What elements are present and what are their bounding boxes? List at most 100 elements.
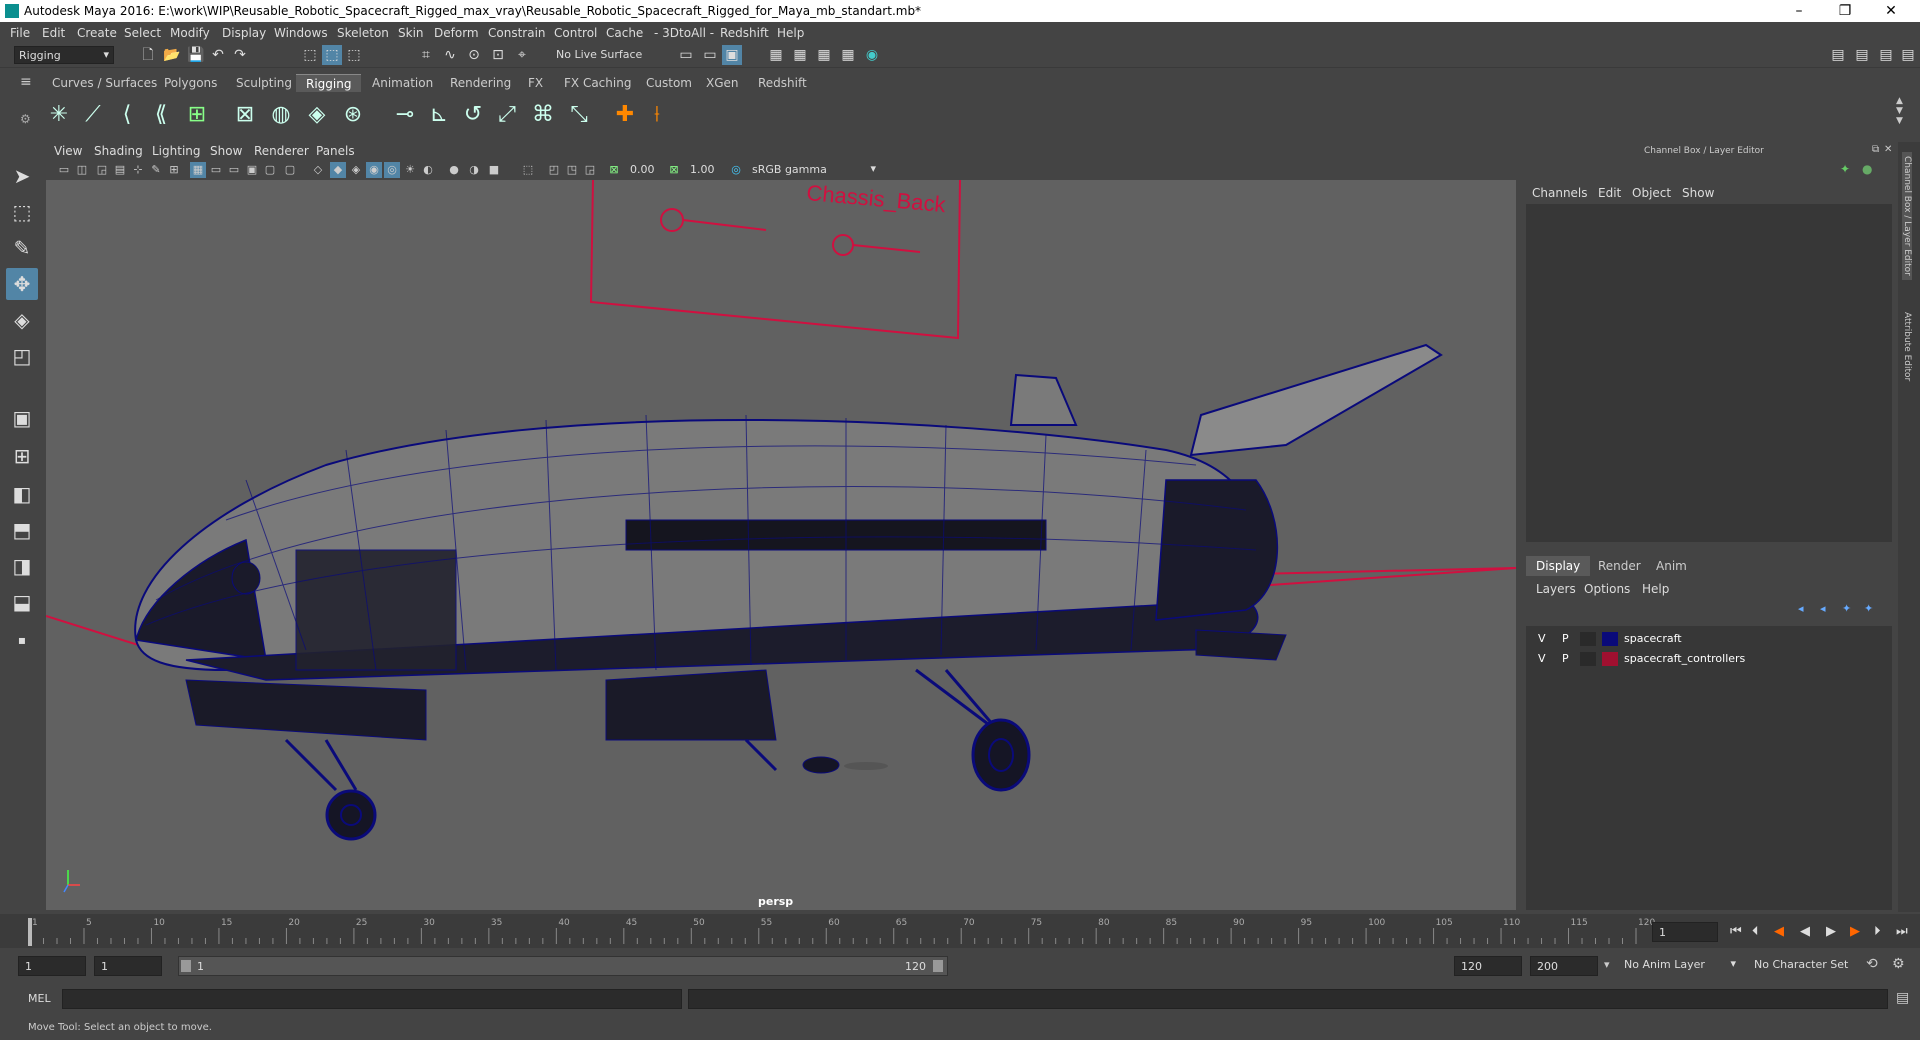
film-gate-icon[interactable]: ▦ xyxy=(190,162,206,178)
persp-graph-layout-icon[interactable]: ⬒ xyxy=(6,514,38,546)
shadows-icon[interactable]: ☀ xyxy=(402,162,418,178)
script-language-label[interactable]: MEL xyxy=(28,992,51,1005)
time-slider[interactable]: 1 5 10 15 20 25 30 35 40 45 50 55 60 65 70 75 80 85 90 95 10… xyxy=(0,914,1920,948)
go-to-end-icon[interactable]: ⏭ xyxy=(1896,924,1908,939)
layers-menu[interactable]: Layers xyxy=(1536,582,1576,596)
xray-components-icon[interactable]: ◲ xyxy=(582,162,598,178)
safe-title-icon[interactable]: ▢ xyxy=(282,162,298,178)
move-tool-icon[interactable]: ✥ xyxy=(6,268,38,300)
current-time-indicator[interactable] xyxy=(28,918,32,946)
color-management-icon[interactable]: ◎ xyxy=(728,162,744,178)
outliner-toggle-icon[interactable]: ▤ xyxy=(1852,45,1872,65)
layer-row-spacecraft[interactable]: V P spacecraft xyxy=(1526,630,1892,648)
current-frame-field[interactable]: 1 xyxy=(1652,922,1718,942)
persp-uv-layout-icon[interactable]: ◨ xyxy=(6,550,38,582)
wireframe-icon[interactable]: ◇ xyxy=(310,162,326,178)
channel-toggle-icon[interactable]: ▤ xyxy=(1876,45,1896,65)
auto-key-icon[interactable]: ⟲ xyxy=(1866,956,1878,972)
shelf-scroll-icon[interactable]: ▲ ▼ ▼ xyxy=(1896,96,1903,126)
persp-outliner-layout-icon[interactable]: ◧ xyxy=(6,478,38,510)
range-slider[interactable]: 1 120 xyxy=(178,956,948,976)
range-end-handle[interactable] xyxy=(933,960,943,972)
layer-playback-toggle[interactable]: P xyxy=(1562,632,1569,645)
lasso-tool-icon[interactable]: ⬚ xyxy=(6,196,38,228)
save-scene-icon[interactable]: 💾 xyxy=(186,45,206,65)
layer-color-swatch[interactable] xyxy=(1602,652,1618,666)
select-tool-icon[interactable]: ➤ xyxy=(6,160,38,192)
playback-end-field[interactable]: 120 xyxy=(1454,956,1522,976)
gamma-value[interactable]: 1.00 xyxy=(690,163,715,176)
step-back-frame-icon[interactable]: ◀ xyxy=(1774,924,1784,939)
step-back-key-icon[interactable]: ⏴ xyxy=(1752,924,1759,939)
workspace-icon[interactable]: ▤ xyxy=(1828,45,1848,65)
input-ops-icon[interactable]: ▭ xyxy=(676,45,696,65)
channels-edit-menu[interactable]: Edit xyxy=(1598,186,1621,200)
command-input[interactable] xyxy=(62,989,682,1009)
textured-icon[interactable]: ◉ xyxy=(366,162,382,178)
shelf-tab-xgen[interactable]: XGen xyxy=(706,74,739,92)
new-layer-selected-icon[interactable]: ✦ xyxy=(1842,602,1851,615)
maximize-button[interactable]: ❐ xyxy=(1822,0,1868,22)
safe-action-icon[interactable]: ▢ xyxy=(262,162,278,178)
output-ops-icon[interactable]: ▭ xyxy=(700,45,720,65)
viewport-menu-lighting[interactable]: Lighting xyxy=(152,144,201,158)
open-scene-icon[interactable]: 📂 xyxy=(162,45,182,65)
float-panel-icon[interactable]: ⧉ xyxy=(1872,144,1879,155)
gamma-icon[interactable]: ⊠ xyxy=(666,162,682,178)
menu-modify[interactable]: Modify xyxy=(170,26,210,40)
smooth-shade-icon[interactable]: ◆ xyxy=(330,162,346,178)
layer-display-type[interactable] xyxy=(1580,652,1596,666)
viewport-menu-shading[interactable]: Shading xyxy=(94,144,143,158)
isolate-select-icon[interactable]: ⬚ xyxy=(520,162,536,178)
shelf-tab-redshift[interactable]: Redshift xyxy=(758,74,807,92)
layers-options-menu[interactable]: Options xyxy=(1584,582,1630,596)
exposure-value[interactable]: 0.00 xyxy=(630,163,655,176)
side-tab-attribute-editor[interactable]: Attribute Editor xyxy=(1902,312,1912,381)
menuset-dropdown[interactable]: Rigging ▾ xyxy=(14,46,114,64)
shelf-tab-sculpting[interactable]: Sculpting xyxy=(236,74,292,92)
step-forward-frame-icon[interactable]: ▶ xyxy=(1850,924,1860,939)
paint-select-tool-icon[interactable]: ✎ xyxy=(6,232,38,264)
select-hierarchy-icon[interactable]: ⬚ xyxy=(300,45,320,65)
channels-object-menu[interactable]: Object xyxy=(1632,186,1671,200)
image-plane-icon[interactable]: ▤ xyxy=(112,162,128,178)
grid-icon[interactable]: ⊞ xyxy=(166,162,182,178)
move-layer-up-icon[interactable]: ◂ xyxy=(1798,602,1804,615)
menu-skin[interactable]: Skin xyxy=(398,26,424,40)
layer-tab-display[interactable]: Display xyxy=(1526,556,1591,576)
shelf-tab-fx-caching[interactable]: FX Caching xyxy=(564,74,631,92)
anti-aliasing-icon[interactable]: ◑ xyxy=(466,162,482,178)
single-view-layout-icon[interactable]: ▣ xyxy=(6,402,38,434)
snap-point-icon[interactable]: ⊙ xyxy=(464,45,484,65)
viewport-menu-show[interactable]: Show xyxy=(210,144,242,158)
viewport-menu-renderer[interactable]: Renderer xyxy=(254,144,309,158)
step-forward-key-icon[interactable]: ⏵ xyxy=(1874,924,1881,939)
mirror-joint-icon[interactable]: ⟪ xyxy=(146,100,176,130)
xray-joints-icon[interactable]: ◳ xyxy=(564,162,580,178)
channel-icon[interactable]: ✦ xyxy=(1840,162,1850,176)
four-view-layout-icon[interactable]: ⊞ xyxy=(6,440,38,472)
shelf-tab-curves-surfaces[interactable]: Curves / Surfaces xyxy=(52,74,157,92)
select-component-icon[interactable]: ⬚ xyxy=(344,45,364,65)
snap-curve-icon[interactable]: ∿ xyxy=(440,45,460,65)
xray-icon[interactable]: ◰ xyxy=(546,162,562,178)
new-layer-icon[interactable]: ✦ xyxy=(1864,602,1873,615)
side-tab-channel-box[interactable]: Channel Box / Layer Editor xyxy=(1902,152,1912,280)
menu-control[interactable]: Control xyxy=(554,26,597,40)
range-start-handle[interactable] xyxy=(181,960,191,972)
layer-visibility-toggle[interactable]: V xyxy=(1538,652,1546,665)
shelf-tab-polygons[interactable]: Polygons xyxy=(164,74,217,92)
exposure-icon[interactable]: ⊠ xyxy=(606,162,622,178)
layer-name[interactable]: spacecraft_controllers xyxy=(1624,652,1745,665)
play-backwards-icon[interactable]: ◀ xyxy=(1800,924,1810,939)
lattice-icon[interactable]: ⊠ xyxy=(230,100,260,130)
shelf-menu-icon[interactable]: ≡ xyxy=(20,74,36,90)
menu-select[interactable]: Select xyxy=(124,26,161,40)
menu-3dtoall[interactable]: - 3DtoAll - xyxy=(654,26,714,40)
layer-playback-toggle[interactable]: P xyxy=(1562,652,1569,665)
ik-spline-icon[interactable]: ⟨ xyxy=(112,100,142,130)
chevron-down-icon[interactable]: ▾ xyxy=(1604,958,1610,971)
render-view-icon[interactable]: ▦ xyxy=(766,45,786,65)
close-panel-icon[interactable]: ✕ xyxy=(1884,144,1892,155)
animation-end-field[interactable]: 200 xyxy=(1530,956,1598,976)
